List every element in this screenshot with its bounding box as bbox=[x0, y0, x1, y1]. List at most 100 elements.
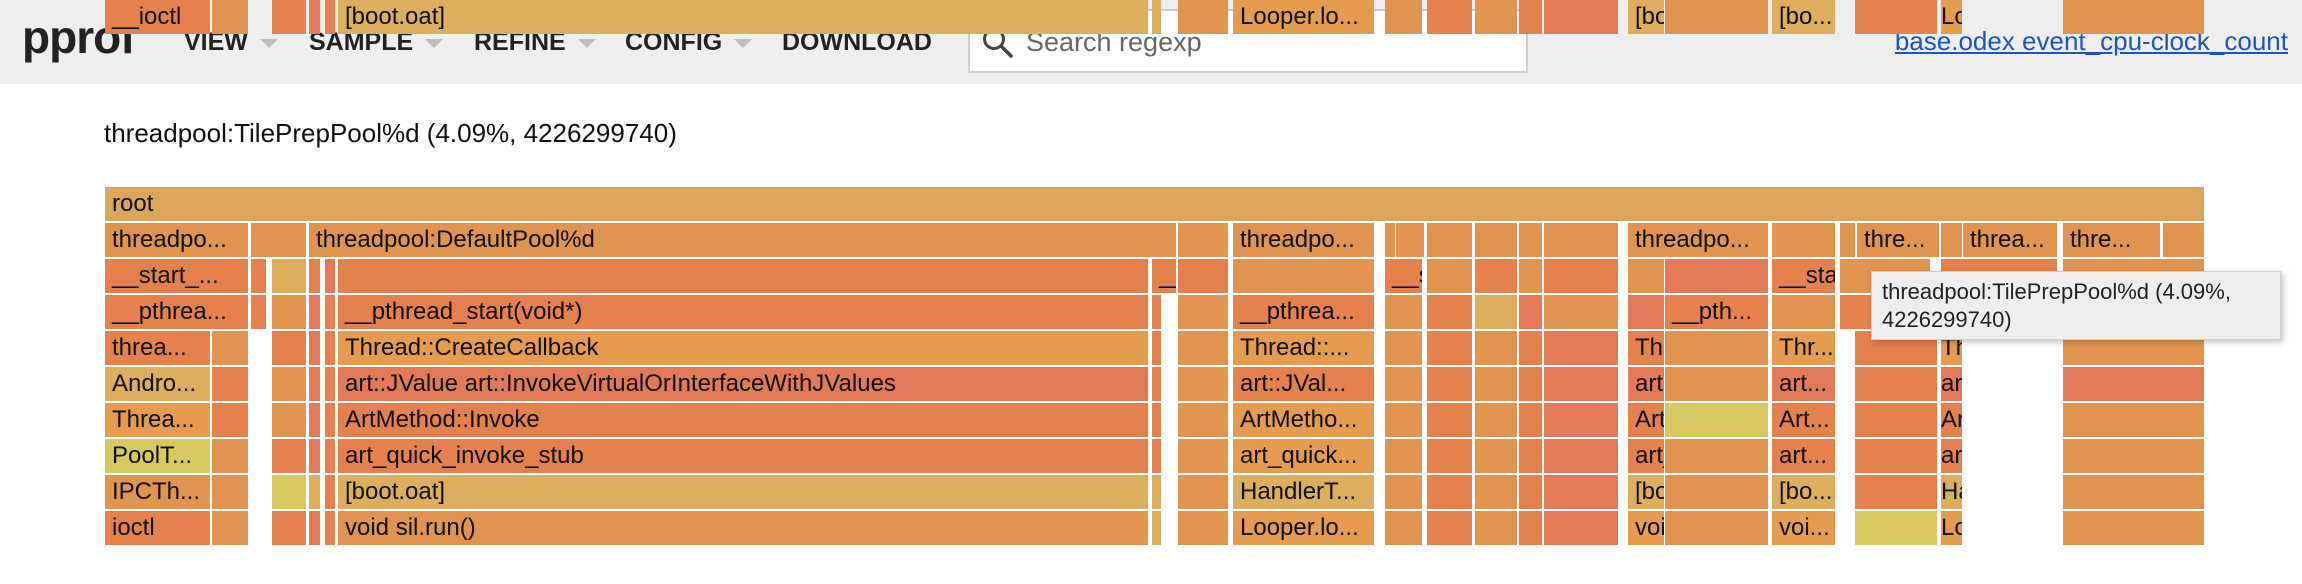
flame-frame[interactable]: [bo... bbox=[1772, 475, 1835, 509]
flame-frame[interactable]: void z... bbox=[1628, 511, 1664, 545]
flame-frame[interactable] bbox=[1941, 223, 1962, 257]
flame-frame[interactable]: threadpo... bbox=[105, 223, 248, 257]
flame-frame[interactable] bbox=[338, 259, 1148, 293]
flame-frame[interactable]: Thread::CreateCallback bbox=[338, 331, 1148, 365]
flame-frame[interactable] bbox=[212, 0, 248, 34]
flame-frame[interactable] bbox=[325, 475, 335, 509]
flame-frame[interactable] bbox=[251, 295, 266, 329]
flame-frame[interactable] bbox=[1772, 223, 1835, 257]
flame-frame[interactable] bbox=[1475, 331, 1517, 365]
flame-frame[interactable] bbox=[309, 259, 320, 293]
flame-frame[interactable]: art_quick_invoke_stub bbox=[338, 439, 1148, 473]
flame-frame[interactable]: __pthread_start(void*) bbox=[338, 295, 1148, 329]
flame-frame[interactable] bbox=[2163, 223, 2204, 257]
flame-frame[interactable] bbox=[309, 475, 320, 509]
flame-frame[interactable] bbox=[1385, 295, 1422, 329]
flame-frame[interactable] bbox=[1427, 223, 1472, 257]
flame-frame[interactable] bbox=[272, 259, 306, 293]
flame-frame[interactable] bbox=[1178, 475, 1228, 509]
flame-frame[interactable]: art_... bbox=[1941, 439, 1962, 473]
flame-frame[interactable] bbox=[325, 511, 335, 545]
flame-frame[interactable] bbox=[1427, 511, 1472, 545]
flame-frame[interactable] bbox=[1475, 223, 1517, 257]
flame-frame[interactable] bbox=[1544, 295, 1618, 329]
flame-frame[interactable] bbox=[1544, 403, 1618, 437]
flame-frame[interactable] bbox=[1178, 439, 1228, 473]
flame-frame[interactable] bbox=[1855, 0, 1937, 34]
flame-frame[interactable] bbox=[1519, 367, 1542, 401]
flame-frame[interactable] bbox=[1519, 259, 1542, 293]
flame-frame[interactable]: art::JVal... bbox=[1233, 367, 1374, 401]
flame-frame[interactable] bbox=[2063, 0, 2204, 34]
flame-frame[interactable]: art... bbox=[1772, 439, 1835, 473]
flame-frame[interactable] bbox=[1475, 403, 1517, 437]
flame-frame[interactable] bbox=[1519, 331, 1542, 365]
flame-frame[interactable] bbox=[1772, 295, 1835, 329]
flame-frame[interactable] bbox=[1178, 0, 1228, 34]
flame-frame[interactable]: Threa... bbox=[105, 403, 210, 437]
flame-frame[interactable]: __start_thread bbox=[1152, 259, 1176, 293]
flame-frame[interactable] bbox=[1475, 475, 1517, 509]
flame-frame[interactable] bbox=[2063, 475, 2204, 509]
flame-frame[interactable]: threadpool:DefaultPool%d bbox=[309, 223, 1176, 257]
flame-frame[interactable] bbox=[1427, 403, 1472, 437]
flame-frame[interactable] bbox=[1628, 259, 1664, 293]
flame-frame[interactable] bbox=[1855, 511, 1937, 545]
flame-frame[interactable] bbox=[1665, 439, 1768, 473]
flame-frame[interactable]: IPCTh... bbox=[105, 475, 210, 509]
flame-frame[interactable]: [boot.... bbox=[1628, 475, 1664, 509]
flame-frame[interactable] bbox=[1427, 0, 1472, 34]
flame-frame[interactable]: PoolT... bbox=[105, 439, 210, 473]
flame-frame[interactable]: void sil.run() bbox=[338, 511, 1148, 545]
flame-frame[interactable]: ArtMetho... bbox=[1233, 403, 1374, 437]
flame-frame[interactable] bbox=[1385, 223, 1395, 257]
flame-frame[interactable] bbox=[2063, 367, 2204, 401]
flame-frame[interactable] bbox=[1152, 367, 1161, 401]
frame-root[interactable]: root bbox=[105, 187, 2204, 221]
flame-frame[interactable] bbox=[1544, 331, 1618, 365]
flame-frame[interactable] bbox=[1385, 475, 1422, 509]
flame-frame[interactable] bbox=[325, 331, 335, 365]
flame-frame[interactable]: [boot.... bbox=[1628, 0, 1664, 34]
flame-frame[interactable] bbox=[1665, 511, 1768, 545]
flame-frame[interactable] bbox=[1152, 475, 1161, 509]
flame-frame[interactable] bbox=[1855, 403, 1937, 437]
flame-frame[interactable] bbox=[1385, 403, 1422, 437]
flame-frame[interactable]: Looper.lo... bbox=[1233, 511, 1374, 545]
flame-frame[interactable] bbox=[1544, 439, 1618, 473]
flame-frame[interactable] bbox=[1665, 0, 1768, 34]
flame-frame[interactable] bbox=[1544, 223, 1618, 257]
flame-frame[interactable] bbox=[1152, 439, 1161, 473]
flame-frame[interactable] bbox=[1385, 439, 1422, 473]
flame-frame[interactable] bbox=[309, 511, 320, 545]
flame-frame[interactable] bbox=[325, 403, 335, 437]
flame-frame[interactable]: art_quick... bbox=[1233, 439, 1374, 473]
flame-frame[interactable]: [boot.oat] bbox=[338, 0, 1148, 34]
flame-frame[interactable]: __ioctl bbox=[105, 0, 210, 34]
flame-frame[interactable] bbox=[309, 295, 320, 329]
flame-frame[interactable] bbox=[272, 0, 306, 34]
flame-frame[interactable] bbox=[1475, 0, 1517, 34]
flame-frame[interactable] bbox=[1628, 295, 1664, 329]
flame-frame[interactable] bbox=[1475, 367, 1517, 401]
flame-frame[interactable]: Looper.lo... bbox=[1233, 0, 1374, 34]
flame-frame[interactable] bbox=[1475, 511, 1517, 545]
flame-frame[interactable] bbox=[1178, 223, 1228, 257]
flame-frame[interactable] bbox=[1665, 331, 1768, 365]
flame-frame[interactable] bbox=[1385, 511, 1422, 545]
flame-frame[interactable]: Loop... bbox=[1941, 511, 1962, 545]
flame-frame[interactable]: voi... bbox=[1772, 511, 1835, 545]
flame-frame[interactable] bbox=[1152, 511, 1161, 545]
flame-frame[interactable]: art... bbox=[1772, 367, 1835, 401]
flame-frame[interactable] bbox=[1855, 439, 1937, 473]
flame-frame[interactable]: Andro... bbox=[105, 367, 210, 401]
flame-frame[interactable] bbox=[1519, 403, 1542, 437]
flame-frame[interactable] bbox=[1519, 475, 1542, 509]
flame-frame[interactable] bbox=[1178, 295, 1228, 329]
flame-frame[interactable] bbox=[1427, 475, 1472, 509]
flame-frame[interactable] bbox=[1385, 331, 1422, 365]
flame-frame[interactable] bbox=[1519, 295, 1542, 329]
flame-frame[interactable]: Thread::... bbox=[1233, 331, 1374, 365]
flame-frame[interactable] bbox=[1178, 259, 1228, 293]
flame-frame[interactable] bbox=[1178, 403, 1228, 437]
